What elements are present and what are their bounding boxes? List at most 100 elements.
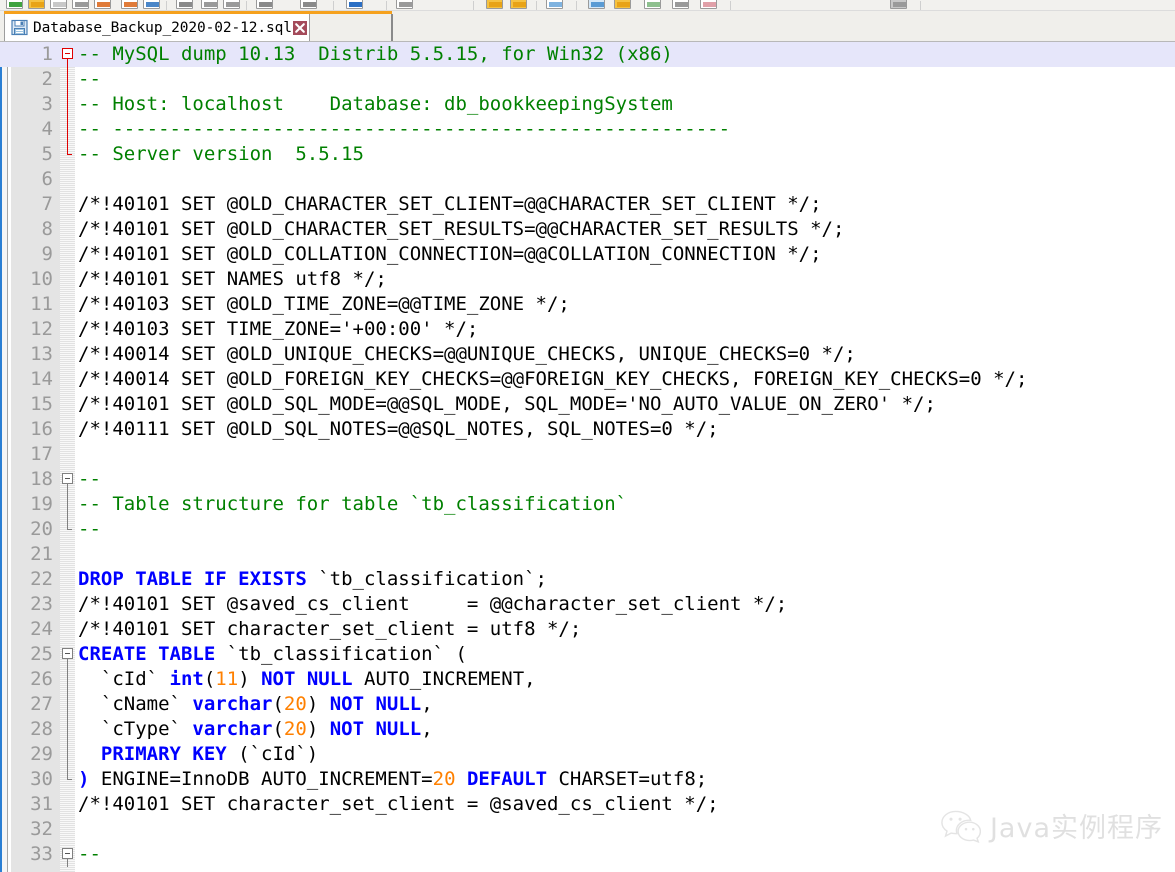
document-tab[interactable]: Database_Backup_2020-02-12.sql: [4, 14, 310, 41]
close-all-icon-glyph: [124, 2, 137, 7]
zoom-out-icon[interactable]: [510, 0, 527, 9]
token-kw: NOT NULL: [329, 718, 422, 740]
code-line[interactable]: 22 DROP TABLE IF EXISTS `tb_classificatio…: [0, 567, 1175, 592]
code-line[interactable]: 23 /*!40101 SET @saved_cs_client = @@char…: [0, 592, 1175, 617]
toolbar-separator-7: [730, 1, 731, 10]
token-cm: --: [78, 68, 101, 90]
code-line[interactable]: 16 /*!40111 SET @OLD_SQL_NOTES=@@SQL_NOTE…: [0, 417, 1175, 442]
token-pl: ): [306, 693, 330, 715]
show-symbol-icon[interactable]: [614, 0, 631, 9]
code-line[interactable]: 3 -- Host: localhost Database: db_bookkee…: [0, 92, 1175, 117]
fold-connector: [67, 92, 68, 117]
save-icon[interactable]: [50, 0, 67, 9]
code-line[interactable]: 31 /*!40101 SET character_set_client = @s…: [0, 792, 1175, 817]
code-line[interactable]: 7 /*!40101 SET @OLD_CHARACTER_SET_CLIENT=…: [0, 192, 1175, 217]
zoom-in-icon[interactable]: [486, 0, 503, 9]
code-line[interactable]: 2 --: [0, 67, 1175, 92]
code-text: -- Server version 5.5.15: [78, 142, 364, 167]
line-number: 1: [41, 43, 53, 65]
close-file-icon[interactable]: [94, 0, 111, 9]
line-number: 28: [30, 718, 53, 740]
fold-collapse-icon[interactable]: [62, 648, 73, 659]
token-cm: -- Table structure for table `tb_classif…: [78, 493, 628, 515]
line-number: 29: [30, 743, 53, 765]
code-line[interactable]: 4 -- ------------------------------------…: [0, 117, 1175, 142]
main-toolbar: [0, 0, 1175, 11]
token-cm: -- Server version 5.5.15: [78, 143, 364, 165]
sync-scroll-icon-glyph: [549, 2, 562, 7]
code-line[interactable]: 30) ENGINE=InnoDB AUTO_INCREMENT=20 DEFA…: [0, 767, 1175, 792]
line-number: 19: [30, 493, 53, 515]
token-pl: /*!40101 SET NAMES utf8 */;: [78, 268, 387, 290]
code-line[interactable]: 27 `cName` varchar(20) NOT NULL,: [0, 692, 1175, 717]
code-lines-container[interactable]: 1 -- MySQL dump 10.13 Distrib 5.5.15, for…: [0, 42, 1175, 867]
toolbar-separator-2: [333, 1, 334, 10]
print-icon[interactable]: [143, 0, 160, 9]
code-line[interactable]: 9 /*!40101 SET @OLD_COLLATION_CONNECTION=…: [0, 242, 1175, 267]
paste-icon[interactable]: [223, 0, 240, 9]
code-text: /*!40101 SET character_set_client = @sav…: [78, 792, 719, 817]
code-line[interactable]: 15 /*!40101 SET @OLD_SQL_MODE=@@SQL_MODE,…: [0, 392, 1175, 417]
code-line[interactable]: 1 -- MySQL dump 10.13 Distrib 5.5.15, for…: [0, 42, 1175, 67]
close-x-icon[interactable]: [292, 20, 307, 35]
code-line[interactable]: 18 --: [0, 467, 1175, 492]
undo-icon[interactable]: [256, 0, 273, 9]
code-line[interactable]: 5 -- Server version 5.5.15: [0, 142, 1175, 167]
code-line[interactable]: 28 `cType` varchar(20) NOT NULL,: [0, 717, 1175, 742]
fold-collapse-icon[interactable]: [62, 48, 73, 59]
open-file-icon-glyph: [31, 2, 44, 7]
code-line[interactable]: 8 /*!40101 SET @OLD_CHARACTER_SET_RESULTS…: [0, 217, 1175, 242]
code-text: /*!40103 SET TIME_ZONE='+00:00' */;: [78, 317, 478, 342]
user-define-icon[interactable]: [672, 0, 689, 9]
token-cm: -- -------------------------------------…: [78, 118, 731, 140]
code-line[interactable]: 33 --: [0, 842, 1175, 867]
new-file-icon[interactable]: [6, 0, 23, 9]
line-number: 32: [30, 818, 53, 840]
token-kw: PRIMARY KEY: [100, 743, 227, 765]
token-pl: `cName`: [78, 693, 193, 715]
token-pl: `tb_classification` (: [215, 643, 467, 665]
sync-scroll-icon[interactable]: [546, 0, 563, 9]
cut-icon[interactable]: [176, 0, 193, 9]
code-line[interactable]: 21: [0, 542, 1175, 567]
code-editor-area[interactable]: 1 -- MySQL dump 10.13 Distrib 5.5.15, for…: [0, 42, 1175, 872]
fold-connector: [67, 742, 68, 767]
function-list-icon[interactable]: [890, 0, 907, 9]
open-file-icon[interactable]: [28, 0, 45, 9]
word-wrap-icon[interactable]: [588, 0, 605, 9]
doc-map-icon[interactable]: [700, 0, 717, 9]
find-icon[interactable]: [346, 0, 363, 9]
paste-icon-glyph: [226, 2, 239, 7]
redo-icon-glyph: [303, 2, 316, 7]
code-text: DROP TABLE IF EXISTS `tb_classification`…: [78, 567, 547, 592]
code-line[interactable]: 25 CREATE TABLE `tb_classification` (: [0, 642, 1175, 667]
code-line[interactable]: 29 PRIMARY KEY (`cId`): [0, 742, 1175, 767]
save-all-icon[interactable]: [72, 0, 89, 9]
code-line[interactable]: 32: [0, 817, 1175, 842]
fold-collapse-icon[interactable]: [62, 473, 73, 484]
token-pl: /*!40101 SET @OLD_SQL_MODE=@@SQL_MODE, S…: [78, 393, 936, 415]
code-text: /*!40103 SET @OLD_TIME_ZONE=@@TIME_ZONE …: [78, 292, 570, 317]
replace-icon[interactable]: [396, 0, 413, 9]
line-number: 6: [41, 168, 53, 190]
code-line[interactable]: 10 /*!40101 SET NAMES utf8 */;: [0, 267, 1175, 292]
redo-icon[interactable]: [300, 0, 317, 9]
indent-guide-icon[interactable]: [644, 0, 661, 9]
copy-icon[interactable]: [201, 0, 218, 9]
code-line[interactable]: 13 /*!40014 SET @OLD_UNIQUE_CHECKS=@@UNIQ…: [0, 342, 1175, 367]
close-all-icon[interactable]: [121, 0, 138, 9]
code-line[interactable]: 20 --: [0, 517, 1175, 542]
code-line[interactable]: 24 /*!40101 SET character_set_client = ut…: [0, 617, 1175, 642]
code-line[interactable]: 19 -- Table structure for table `tb_class…: [0, 492, 1175, 517]
fold-collapse-icon[interactable]: [62, 848, 73, 859]
fold-connector: [67, 667, 68, 692]
code-line[interactable]: 11 /*!40103 SET @OLD_TIME_ZONE=@@TIME_ZON…: [0, 292, 1175, 317]
code-line[interactable]: 26 `cId` int(11) NOT NULL AUTO_INCREMENT…: [0, 667, 1175, 692]
code-line[interactable]: 14 /*!40014 SET @OLD_FOREIGN_KEY_CHECKS=@…: [0, 367, 1175, 392]
code-line[interactable]: 17: [0, 442, 1175, 467]
zoom-in-icon-glyph: [489, 2, 502, 7]
line-number: 2: [41, 68, 53, 90]
code-line[interactable]: 12 /*!40103 SET TIME_ZONE='+00:00' */;: [0, 317, 1175, 342]
code-line[interactable]: 6: [0, 167, 1175, 192]
